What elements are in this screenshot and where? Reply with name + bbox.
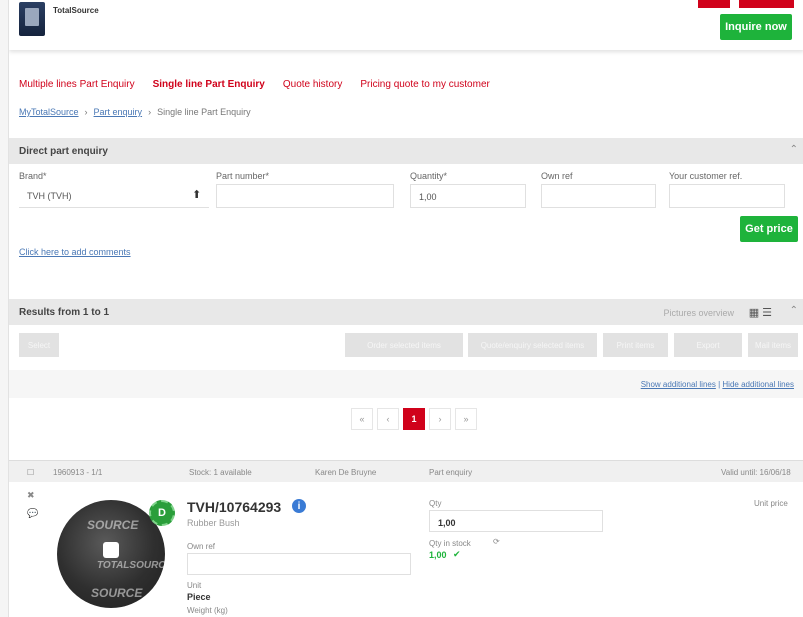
brand-value: TVH (TVH) [27, 191, 72, 201]
own-ref-input[interactable] [541, 184, 656, 208]
breadcrumb-part-enquiry[interactable]: Part enquiry [94, 107, 143, 117]
breadcrumb: MyTotalSource › Part enquiry › Single li… [19, 107, 251, 117]
refresh-icon[interactable]: ⟳ [493, 537, 500, 546]
discount-badge-icon: D [149, 500, 175, 526]
unit-label: Unit [187, 581, 202, 590]
logo-text: TotalSource [53, 6, 99, 15]
breadcrumb-home[interactable]: MyTotalSource [19, 107, 79, 117]
direct-enquiry-bar[interactable]: Direct part enquiry ⌃ [9, 138, 803, 164]
view-mode-label: Pictures overview [663, 308, 734, 318]
stock-value: 1,00 [429, 550, 447, 560]
comment-icon[interactable]: 💬 [27, 508, 38, 519]
select-button[interactable]: Select [19, 333, 59, 357]
breadcrumb-separator: › [84, 107, 88, 117]
tab-multiple-lines[interactable]: Multiple lines Part Enquiry [19, 79, 135, 90]
grid-view-icon[interactable]: ▦ ☰ [749, 306, 772, 319]
item-qty-input[interactable]: 1,00 [429, 510, 603, 532]
export-button[interactable]: Export [674, 333, 742, 357]
tab-single-line[interactable]: Single line Part Enquiry [153, 79, 265, 90]
tab-pricing-quote[interactable]: Pricing quote to my customer [360, 79, 490, 90]
quantity-label: Quantity* [410, 171, 448, 181]
customer-ref-label: Your customer ref. [669, 171, 743, 181]
item-description: Rubber Bush [187, 518, 240, 528]
item-header: ☐ 1960913 - 1/1 Stock: 1 available Karen… [9, 460, 803, 482]
brand-select[interactable]: TVH (TVH) ⬆ [19, 184, 209, 208]
item-line-id: 1960913 - 1/1 [53, 468, 103, 477]
arrow-up-icon[interactable]: ⬆ [192, 188, 201, 201]
item-stock-info: Stock: 1 available [189, 468, 252, 477]
add-comments-link[interactable]: Click here to add comments [19, 247, 131, 257]
watermark: SOURCE [91, 586, 143, 600]
in-stock-check-icon: ✔ [453, 549, 461, 559]
customer-ref-input[interactable] [669, 184, 785, 208]
item-own-ref-label: Own ref [187, 542, 216, 551]
show-additional-link[interactable]: Show additional lines [641, 380, 716, 389]
part-number-input[interactable] [216, 184, 394, 208]
nav-tabs: Multiple lines Part Enquiry Single line … [19, 79, 490, 90]
breadcrumb-current: Single line Part Enquiry [157, 107, 251, 117]
unit-value: Piece [187, 592, 211, 602]
quantity-input[interactable]: 1,00 [410, 184, 526, 208]
pager-prev-button[interactable]: ‹ [377, 408, 399, 430]
pager-last-button[interactable]: » [455, 408, 477, 430]
info-icon[interactable]: i [292, 499, 306, 513]
pager-next-button[interactable]: › [429, 408, 451, 430]
results-bar: Results from 1 to 1 Pictures overview ▦ … [9, 299, 803, 325]
get-price-button[interactable]: Get price [740, 216, 798, 242]
additional-lines-links: Show additional lines | Hide additional … [641, 380, 794, 389]
own-ref-label: Own ref [541, 171, 573, 181]
item-part-enquiry: Part enquiry [429, 468, 473, 477]
pagination: « ‹ 1 › » [351, 408, 477, 430]
print-button[interactable]: Print items [603, 333, 668, 357]
logo-icon[interactable] [19, 2, 45, 36]
direct-enquiry-title: Direct part enquiry [19, 146, 108, 157]
pager-first-button[interactable]: « [351, 408, 373, 430]
part-number-label: Part number* [216, 171, 270, 181]
inquire-now-button[interactable]: Inquire now [720, 14, 792, 40]
breadcrumb-separator: › [148, 107, 152, 117]
watermark: TOTALSOURCE [97, 560, 173, 571]
mail-button[interactable]: Mail items [748, 333, 798, 357]
header-red-tab-2[interactable] [739, 0, 794, 8]
item-owner: Karen De Bruyne [315, 468, 377, 477]
header-red-tab[interactable] [698, 0, 730, 8]
results-collapse-icon[interactable]: ⌃ [790, 305, 798, 316]
quote-selected-button[interactable]: Quote/enquiry selected items [468, 333, 597, 357]
results-title: Results from 1 to 1 [19, 307, 110, 318]
tab-quote-history[interactable]: Quote history [283, 79, 342, 90]
delete-icon[interactable]: ✖ [27, 490, 35, 501]
header: TotalSource Inquire now [9, 0, 803, 50]
item-valid-date: Valid until: 16/06/18 [721, 468, 791, 477]
item-own-ref-input[interactable] [187, 553, 411, 575]
pager-current-page[interactable]: 1 [403, 408, 425, 430]
collapse-icon[interactable]: ⌃ [790, 144, 798, 155]
item-part-number[interactable]: TVH/10764293 [187, 499, 281, 515]
order-selected-button[interactable]: Order selected items [345, 333, 463, 357]
watermark: SOURCE [87, 518, 139, 532]
results-options-strip: Show additional lines | Hide additional … [9, 370, 803, 398]
hide-additional-link[interactable]: Hide additional lines [722, 380, 794, 389]
app-frame: TotalSource Inquire now Multiple lines P… [8, 0, 803, 617]
item-checkbox-icon[interactable]: ☐ [27, 468, 34, 477]
unit-price-label: Unit price [754, 499, 788, 508]
item-qty-label: Qty [429, 499, 442, 508]
brand-label: Brand* [19, 171, 47, 181]
results-toolbar: Select Order selected items Quote/enquir… [9, 333, 803, 359]
stock-label: Qty in stock [429, 539, 471, 548]
weight-label: Weight (kg) [187, 606, 228, 615]
